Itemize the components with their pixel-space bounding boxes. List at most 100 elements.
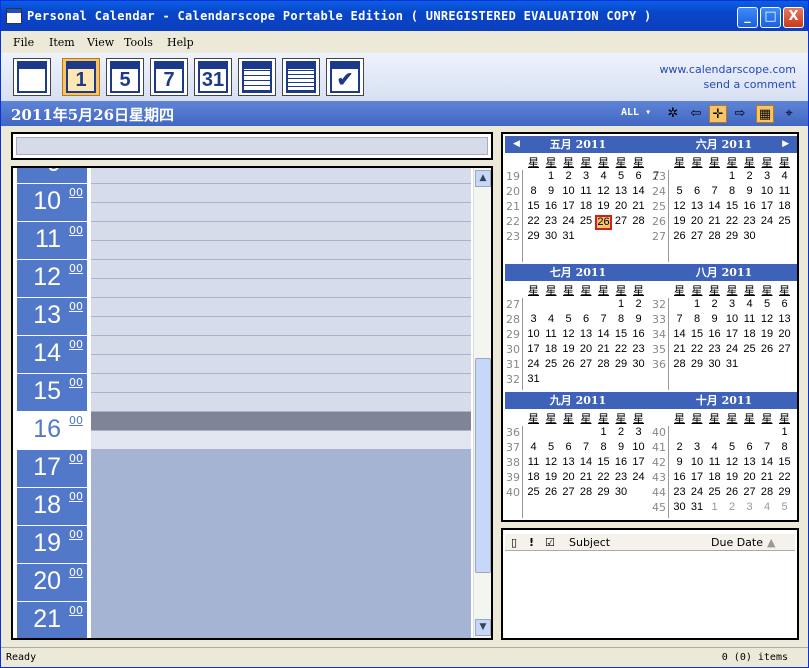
week-number[interactable]: 33 bbox=[651, 313, 667, 326]
calendar-day[interactable]: 8 bbox=[595, 441, 612, 456]
week-number[interactable]: 40 bbox=[505, 486, 521, 499]
calendar-day[interactable]: 11 bbox=[578, 185, 595, 200]
column-due-date[interactable]: Due Date bbox=[711, 536, 763, 549]
menu-file[interactable]: File bbox=[13, 36, 34, 49]
month-title[interactable]: 五月 2011 bbox=[550, 138, 606, 151]
time-slot[interactable] bbox=[91, 621, 471, 638]
calendar-day[interactable]: 23 bbox=[706, 343, 723, 358]
calendar-day[interactable]: 5 bbox=[560, 313, 577, 328]
calendar-day[interactable]: 29 bbox=[724, 230, 741, 245]
calendar-icon[interactable]: ▦ bbox=[756, 105, 774, 123]
week-number[interactable]: 22 bbox=[505, 215, 521, 228]
week-number[interactable]: 24 bbox=[651, 185, 667, 198]
calendar-day[interactable]: 22 bbox=[525, 215, 542, 230]
calendar-day[interactable]: 12 bbox=[759, 313, 776, 328]
day-view-button[interactable]: 1 bbox=[62, 58, 100, 96]
calendar-day[interactable]: 10 bbox=[724, 313, 741, 328]
time-slot[interactable] bbox=[91, 507, 471, 526]
time-slot[interactable] bbox=[91, 583, 471, 602]
calendar-day[interactable]: 20 bbox=[741, 471, 758, 486]
calendar-day[interactable]: 6 bbox=[578, 313, 595, 328]
time-slot[interactable] bbox=[91, 260, 471, 279]
month-title[interactable]: 六月 2011 bbox=[696, 138, 752, 151]
calendar-day[interactable]: 22 bbox=[776, 471, 793, 486]
calendar-day[interactable]: 2 bbox=[560, 170, 577, 185]
calendar-day[interactable]: 15 bbox=[776, 456, 793, 471]
calendar-day[interactable]: 3 bbox=[525, 313, 542, 328]
calendar-day[interactable]: 1 bbox=[776, 426, 793, 441]
time-slot[interactable] bbox=[91, 412, 471, 431]
calendar-day[interactable]: 25 bbox=[741, 343, 758, 358]
time-slot[interactable] bbox=[91, 317, 471, 336]
calendar-day[interactable]: 21 bbox=[706, 215, 723, 230]
week-number[interactable]: 39 bbox=[505, 471, 521, 484]
calendar-day[interactable]: 9 bbox=[543, 185, 560, 200]
calendar-day[interactable]: 13 bbox=[741, 456, 758, 471]
calendar-day[interactable]: 5 bbox=[776, 501, 793, 516]
week-number[interactable]: 38 bbox=[505, 456, 521, 469]
week-number[interactable]: 37 bbox=[505, 441, 521, 454]
calendar-day[interactable]: 25 bbox=[776, 215, 793, 230]
calendar-day[interactable]: 25 bbox=[706, 486, 723, 501]
calendar-day[interactable]: 21 bbox=[595, 343, 612, 358]
calendar-day[interactable]: 29 bbox=[776, 486, 793, 501]
calendar-day[interactable]: 27 bbox=[560, 486, 577, 501]
calendar-day[interactable]: 31 bbox=[560, 230, 577, 245]
calendar-day[interactable]: 15 bbox=[689, 328, 706, 343]
calendar-day[interactable]: 24 bbox=[560, 215, 577, 230]
calendar-day[interactable]: 12 bbox=[560, 328, 577, 343]
calendar-day[interactable]: 31 bbox=[689, 501, 706, 516]
calendar-day[interactable]: 2 bbox=[671, 441, 688, 456]
calendar-day[interactable]: 18 bbox=[578, 200, 595, 215]
calendar-day[interactable]: 8 bbox=[724, 185, 741, 200]
week-number[interactable]: 32 bbox=[651, 298, 667, 311]
calendar-day[interactable]: 24 bbox=[724, 343, 741, 358]
calendar-day[interactable]: 13 bbox=[578, 328, 595, 343]
calendar-day[interactable]: 6 bbox=[776, 298, 793, 313]
calendar-day[interactable]: 31 bbox=[724, 358, 741, 373]
calendar-day[interactable]: 28 bbox=[671, 358, 688, 373]
calendar-day[interactable]: 21 bbox=[671, 343, 688, 358]
time-slot[interactable] bbox=[91, 393, 471, 412]
calendar-day[interactable]: 19 bbox=[595, 200, 612, 215]
calendar-day[interactable]: 10 bbox=[630, 441, 647, 456]
time-slot[interactable] bbox=[91, 488, 471, 507]
calendar-day[interactable]: 24 bbox=[630, 471, 647, 486]
calendar-day[interactable]: 2 bbox=[706, 298, 723, 313]
time-slot[interactable] bbox=[91, 168, 471, 184]
scroll-down-arrow[interactable]: ▼ bbox=[475, 619, 491, 636]
calendar-day[interactable]: 6 bbox=[689, 185, 706, 200]
calendar-day[interactable]: 3 bbox=[741, 501, 758, 516]
calendar-day[interactable]: 18 bbox=[525, 471, 542, 486]
calendar-day[interactable]: 30 bbox=[671, 501, 688, 516]
calendar-day[interactable]: 10 bbox=[759, 185, 776, 200]
priority-icon[interactable]: ! bbox=[529, 536, 534, 549]
calendar-day[interactable]: 16 bbox=[671, 471, 688, 486]
menu-tools[interactable]: Tools bbox=[124, 36, 153, 49]
title-bar[interactable]: Personal Calendar - Calendarscope Portab… bbox=[1, 1, 808, 31]
calendar-day[interactable]: 8 bbox=[525, 185, 542, 200]
calendar-day[interactable]: 10 bbox=[560, 185, 577, 200]
calendar-day[interactable]: 26 bbox=[543, 486, 560, 501]
calendar-day[interactable]: 16 bbox=[613, 456, 630, 471]
maximize-button[interactable]: □ bbox=[760, 7, 781, 28]
today-icon[interactable]: ✛ bbox=[709, 105, 727, 123]
week-number[interactable]: 29 bbox=[505, 328, 521, 341]
week-number[interactable]: 31 bbox=[505, 358, 521, 371]
calendar-day[interactable]: 3 bbox=[689, 441, 706, 456]
calendar-day[interactable]: 3 bbox=[578, 170, 595, 185]
calendar-day[interactable]: 6 bbox=[560, 441, 577, 456]
week-number[interactable]: 23 bbox=[505, 230, 521, 243]
calendar-day[interactable]: 5 bbox=[543, 441, 560, 456]
calendar-day[interactable]: 19 bbox=[671, 215, 688, 230]
menu-help[interactable]: Help bbox=[167, 36, 194, 49]
calendar-day[interactable]: 1 bbox=[706, 501, 723, 516]
calendar-day[interactable]: 21 bbox=[630, 200, 647, 215]
calendar-day[interactable]: 22 bbox=[689, 343, 706, 358]
calendar-day[interactable]: 11 bbox=[706, 456, 723, 471]
calendar-day[interactable]: 24 bbox=[759, 215, 776, 230]
calendar-day[interactable]: 6 bbox=[741, 441, 758, 456]
calendar-day[interactable]: 30 bbox=[543, 230, 560, 245]
calendar-day[interactable]: 24 bbox=[525, 358, 542, 373]
calendar-day[interactable]: 12 bbox=[671, 200, 688, 215]
